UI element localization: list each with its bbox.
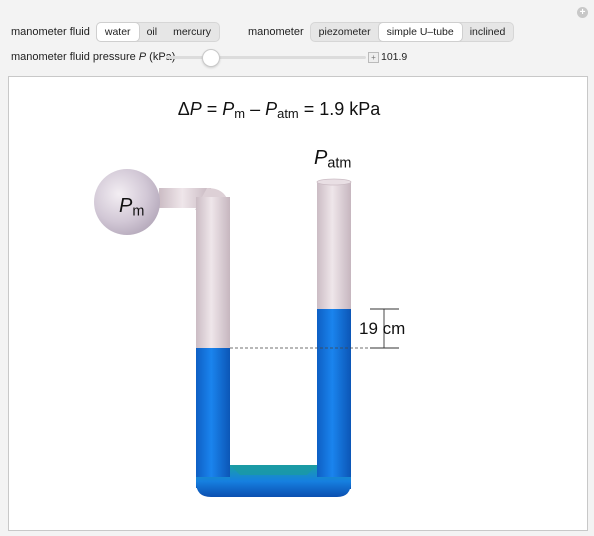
eq-p: P [189,99,202,119]
manometer-label: manometer [248,26,304,38]
eq-equals: = [201,99,223,119]
right-fluid-column [317,309,351,489]
eq-delta: Δ [177,99,190,119]
eq-patm-sub: atm [277,106,299,122]
fluid-option-water[interactable]: water [96,23,139,41]
eq-result: = 1.9 kPa [298,99,381,119]
patm-var: P [314,147,328,169]
pressure-control-label: manometer fluid pressure P (kPa) [11,50,175,64]
bulb-pressure-label: Pm [119,195,144,220]
height-label: 19 cm [359,319,406,338]
manometer-selector: piezometer simple U–tube inclined [309,22,515,42]
pm-var: P [119,195,133,217]
eq-pm: P [222,99,235,119]
fluid-option-mercury[interactable]: mercury [165,23,219,41]
patm-sub: atm [327,155,352,172]
fluid-selector: water oil mercury [95,22,220,42]
left-fluid-column [196,348,230,488]
manometer-display: ΔP = Pm – Patm = 1.9 kPa Pm Patm 19 cm [8,76,588,531]
manometer-graphic [94,169,399,497]
manometer-option-inclined[interactable]: inclined [462,23,514,41]
atmospheric-pressure-label: Patm [314,147,351,172]
manometer-option-piezometer[interactable]: piezometer [311,23,379,41]
pressure-slider-thumb[interactable] [202,49,220,67]
reset-icon[interactable]: + [577,7,588,18]
fluid-label: manometer fluid [11,26,90,38]
pressure-label-var: P [138,51,147,63]
pm-sub: m [132,203,145,220]
pressure-difference-equation: ΔP = Pm – Patm = 1.9 kPa [9,99,549,121]
expand-plus-icon[interactable]: + [368,52,379,63]
pressure-slider-track[interactable] [166,56,366,59]
right-tube [317,181,351,311]
fluid-option-oil[interactable]: oil [139,23,166,41]
right-tube-opening [316,178,352,186]
pressure-label-text: manometer fluid pressure [11,51,139,63]
eq-patm: P [265,99,278,119]
pressure-value: 101.9 [381,51,408,63]
bottom-inner-shade [230,465,317,475]
manometer-option-u-tube[interactable]: simple U–tube [378,23,462,41]
left-tube [196,197,230,349]
controls-row: manometer fluid water oil mercury manome… [11,22,515,42]
eq-pm-sub: m [234,106,246,122]
eq-minus: – [245,99,266,119]
